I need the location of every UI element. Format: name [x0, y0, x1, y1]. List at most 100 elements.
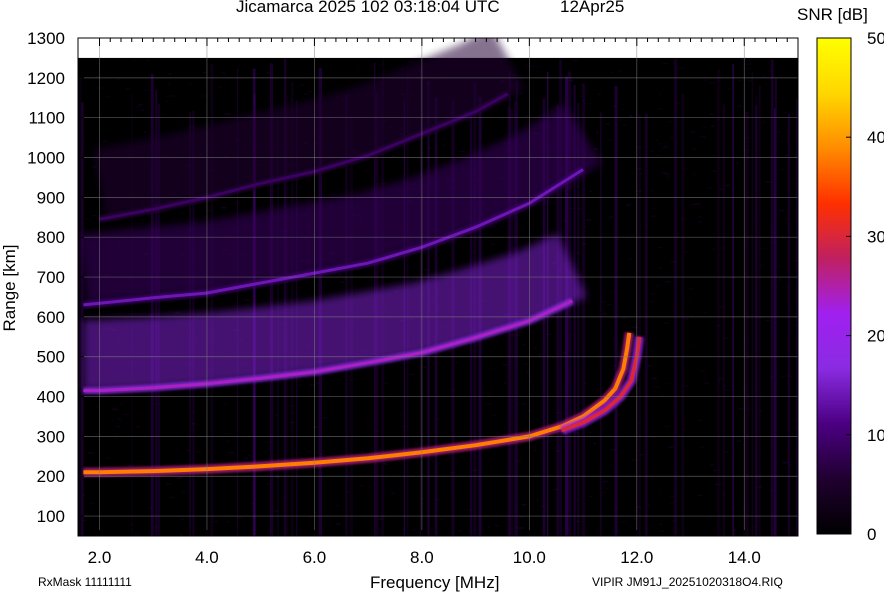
interference-streak — [673, 59, 678, 536]
noise-speck — [217, 61, 220, 64]
noise-speck — [659, 93, 662, 96]
noise-speck — [369, 279, 372, 281]
noise-speck — [412, 528, 416, 531]
noise-speck — [665, 281, 671, 283]
noise-speck — [784, 218, 788, 220]
noise-speck — [658, 492, 662, 494]
noise-speck — [502, 364, 508, 366]
interference-streak — [681, 93, 685, 536]
noise-speck — [625, 325, 628, 328]
noise-speck — [628, 258, 632, 261]
noise-speck — [414, 444, 420, 446]
noise-speck — [119, 403, 123, 405]
noise-speck — [461, 464, 467, 466]
noise-speck — [578, 95, 583, 98]
noise-speck — [650, 215, 656, 217]
noise-speck — [126, 69, 130, 72]
noise-speck — [538, 353, 543, 356]
y-tick-label: 1300 — [27, 29, 65, 48]
noise-speck — [166, 483, 172, 485]
noise-speck — [338, 273, 343, 276]
noise-speck — [92, 165, 97, 168]
noise-speck — [367, 486, 372, 488]
noise-speck — [179, 533, 183, 536]
noise-speck — [224, 432, 231, 435]
noise-speck — [652, 377, 657, 379]
noise-speck — [700, 135, 706, 138]
noise-speck — [650, 190, 654, 193]
noise-speck — [485, 392, 491, 394]
noise-speck — [297, 384, 303, 386]
noise-speck — [439, 518, 445, 520]
interference-streak — [644, 114, 648, 536]
x-tick-label: 2.0 — [88, 548, 112, 567]
noise-speck — [742, 506, 746, 509]
noise-speck — [601, 301, 606, 303]
noise-speck — [695, 203, 701, 205]
noise-speck — [182, 491, 186, 494]
noise-speck — [656, 154, 662, 156]
noise-speck — [713, 170, 717, 172]
noise-speck — [500, 225, 504, 228]
x-tick-label: 12.0 — [620, 548, 653, 567]
noise-speck — [596, 131, 599, 134]
noise-speck — [623, 124, 626, 126]
noise-speck — [527, 409, 533, 412]
noise-speck — [610, 271, 615, 274]
noise-speck — [597, 93, 601, 96]
noise-speck — [655, 139, 659, 142]
interference-streak — [774, 77, 777, 536]
noise-speck — [765, 319, 770, 322]
y-tick-label: 1000 — [27, 149, 65, 168]
y-tick-label: 600 — [37, 308, 65, 327]
x-tick-label: 4.0 — [195, 548, 219, 567]
noise-speck — [657, 246, 663, 249]
noise-speck — [725, 450, 729, 453]
noise-speck — [366, 425, 371, 427]
noise-speck — [136, 425, 140, 428]
noise-speck — [168, 73, 173, 75]
noise-speck — [725, 184, 731, 187]
noise-speck — [408, 61, 415, 63]
noise-speck — [601, 220, 607, 223]
interference-streak — [722, 104, 725, 536]
noise-speck — [524, 115, 528, 117]
x-tick-label: 14.0 — [728, 548, 761, 567]
noise-speck — [725, 337, 728, 340]
noise-speck — [336, 523, 342, 525]
noise-speck — [146, 59, 150, 62]
noise-speck — [765, 84, 768, 87]
noise-speck — [602, 313, 607, 316]
noise-speck — [677, 67, 684, 70]
noise-speck — [521, 503, 527, 506]
noise-speck — [489, 135, 493, 137]
noise-speck — [657, 107, 664, 110]
noise-speck — [648, 300, 655, 303]
noise-speck — [789, 463, 792, 466]
noise-speck — [112, 437, 118, 440]
noise-speck — [779, 209, 784, 212]
noise-speck — [490, 225, 496, 228]
noise-speck — [665, 271, 669, 273]
noise-speck — [763, 82, 769, 85]
noise-speck — [691, 315, 694, 317]
noise-speck — [168, 82, 171, 85]
noise-speck — [415, 532, 420, 534]
noise-speck — [136, 414, 141, 416]
y-tick-label: 1200 — [27, 69, 65, 88]
noise-speck — [89, 502, 96, 505]
noise-speck — [691, 148, 697, 151]
colorbar-tick-label: 0 — [867, 525, 876, 544]
noise-speck — [523, 64, 530, 67]
noise-speck — [625, 204, 630, 207]
noise-speck — [189, 83, 194, 85]
y-tick-label: 200 — [37, 467, 65, 486]
noise-speck — [482, 392, 485, 395]
noise-speck — [588, 495, 593, 498]
noise-speck — [496, 512, 500, 515]
noise-speck — [304, 93, 309, 95]
noise-speck — [359, 484, 365, 487]
noise-speck — [602, 480, 609, 483]
noise-speck — [707, 517, 712, 519]
noise-speck — [703, 311, 706, 314]
